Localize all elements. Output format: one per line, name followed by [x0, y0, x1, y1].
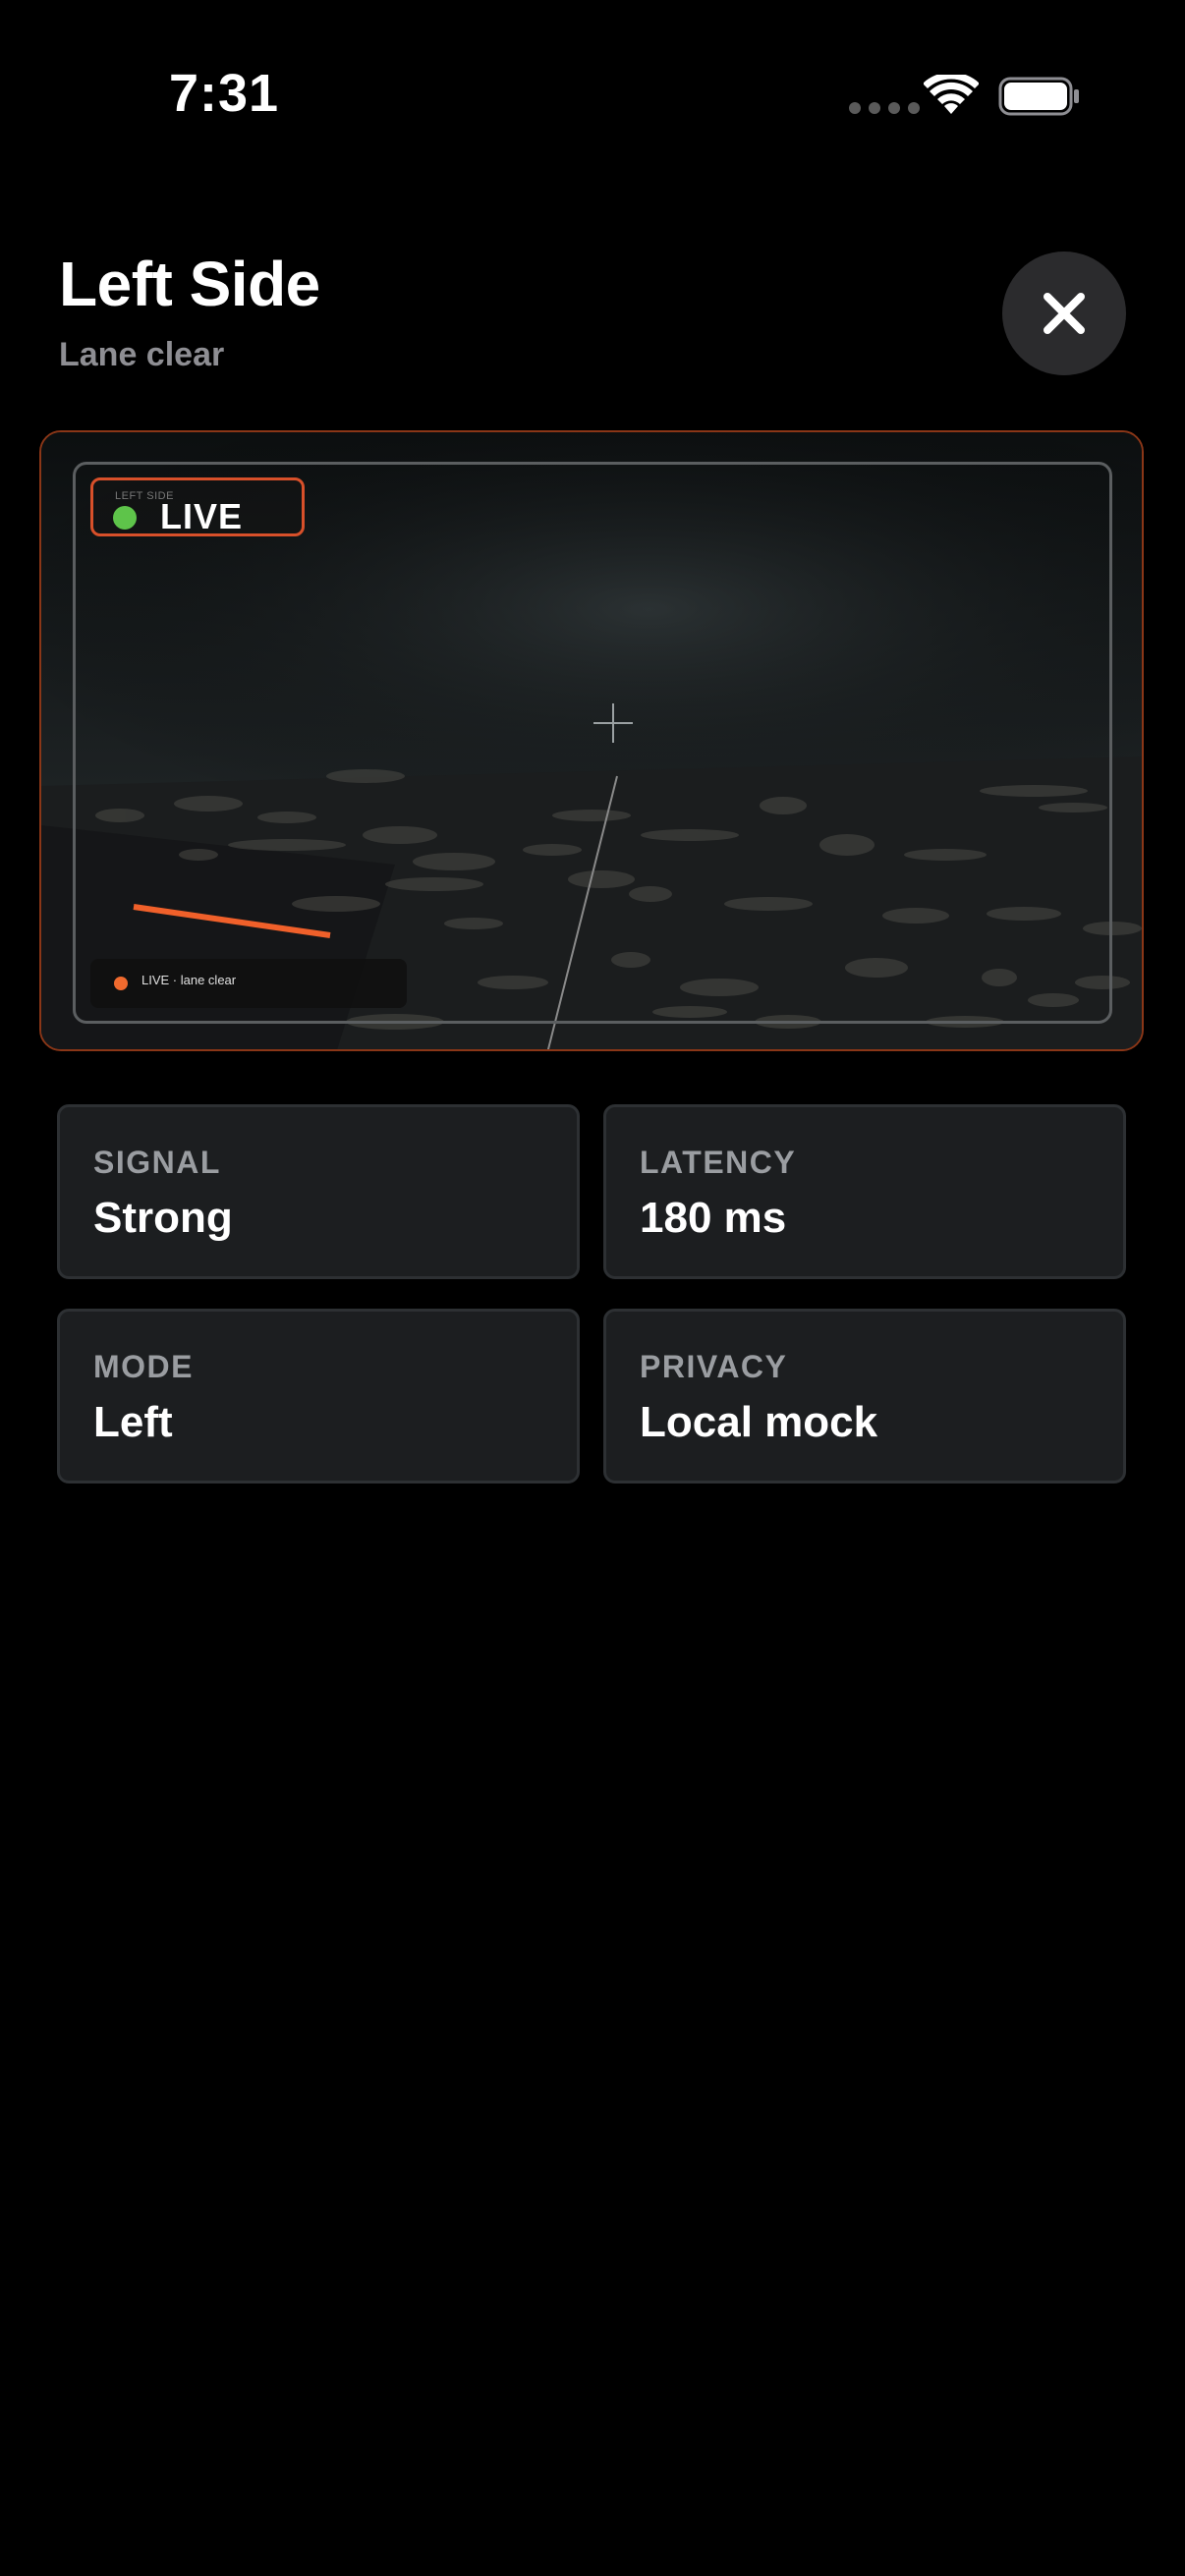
stat-value: Local mock [640, 1398, 878, 1446]
stat-label: MODE [93, 1349, 194, 1384]
wifi-icon [924, 75, 979, 114]
status-time: 7:31 [169, 64, 280, 123]
stat-card-privacy: PRIVACY Local mock [603, 1309, 1126, 1484]
stat-value: Left [93, 1398, 173, 1446]
stat-label: SIGNAL [93, 1145, 221, 1180]
camera-feed[interactable]: LEFT SIDE LIVE LIVE · lane clear [39, 430, 1144, 1051]
xmark-icon [1044, 293, 1085, 334]
battery-icon [998, 77, 1079, 116]
stat-label: PRIVACY [640, 1349, 788, 1384]
stat-value: Strong [93, 1194, 233, 1242]
stat-card-latency: LATENCY 180 ms [603, 1104, 1126, 1279]
live-indicator-dot [113, 506, 137, 530]
caption-text: LIVE · lane clear [141, 973, 237, 987]
stat-card-mode: MODE Left [57, 1309, 580, 1484]
camera-caption: LIVE · lane clear [90, 959, 407, 1008]
stat-label: LATENCY [640, 1145, 797, 1180]
stat-card-signal: SIGNAL Strong [57, 1104, 580, 1279]
cellular-signal-icon [849, 102, 920, 114]
page-title: Left Side [59, 249, 320, 319]
page-subtitle: Lane clear [59, 336, 225, 373]
stat-value: 180 ms [640, 1194, 787, 1242]
close-button[interactable] [1002, 252, 1126, 375]
live-label: LIVE [160, 496, 244, 536]
live-badge: LEFT SIDE LIVE [90, 477, 305, 536]
recording-dot [114, 977, 128, 990]
screen: 7:31 Left Side Lane clear LEFT SIDE LIVE… [0, 0, 1185, 2576]
camera-frame [73, 462, 1112, 1024]
